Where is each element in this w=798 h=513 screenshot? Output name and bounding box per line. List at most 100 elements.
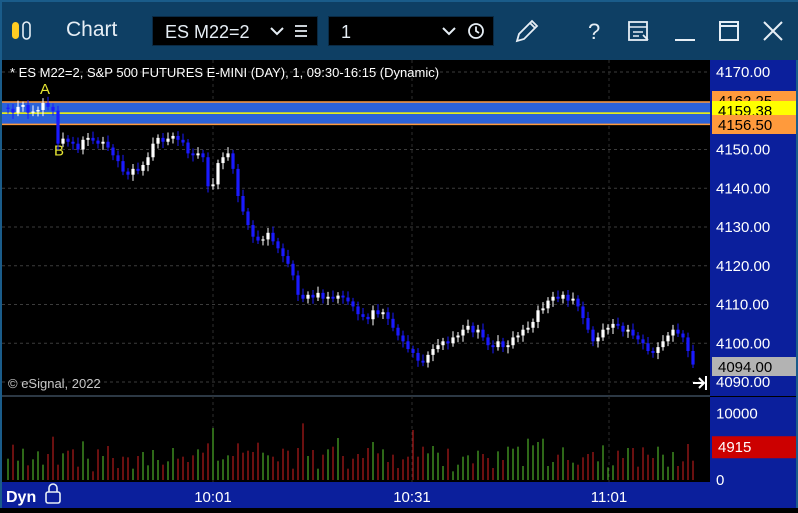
candle-body: [251, 225, 255, 237]
minimize-icon[interactable]: [670, 16, 700, 46]
candle-body: [636, 335, 640, 340]
candle-body: [596, 337, 600, 342]
clock-icon[interactable]: [467, 22, 485, 40]
candle-body: [111, 147, 115, 156]
candle-body: [651, 351, 655, 353]
candle-body: [571, 298, 575, 301]
menu-icon[interactable]: [293, 23, 309, 39]
volume-label: 4915: [718, 439, 751, 456]
candle-body: [666, 335, 670, 342]
candle-body: [446, 341, 450, 344]
candle-body: [461, 329, 465, 336]
candle-body: [516, 335, 520, 338]
candle-body: [196, 153, 200, 156]
symbol-selector[interactable]: ES M22=2: [152, 16, 318, 46]
candle-body: [296, 275, 300, 295]
time-tick-label: 10:01: [194, 489, 232, 506]
candle-body: [226, 153, 230, 158]
candle-body: [236, 168, 240, 196]
candle-body: [486, 337, 490, 346]
candle-body: [26, 104, 30, 113]
zone-label-a: A: [40, 81, 50, 98]
window-title: Chart: [66, 18, 118, 41]
candle-body: [556, 296, 560, 299]
candle-body: [16, 106, 20, 113]
candle-body: [606, 327, 610, 330]
candle-body: [306, 294, 310, 299]
candle-body: [631, 329, 635, 336]
candle-body: [346, 297, 350, 302]
candle-body: [261, 239, 265, 241]
candle-body: [326, 296, 330, 299]
candle-body: [421, 360, 425, 363]
candle-body: [496, 341, 500, 348]
time-tick-label: 11:01: [591, 489, 627, 506]
candle-body: [441, 341, 445, 346]
candle-body: [51, 106, 55, 111]
chart-area[interactable]: AB 4170.004160.004150.004140.004130.0041…: [2, 60, 798, 510]
candle-body: [101, 141, 105, 144]
candle-body: [56, 110, 60, 144]
time-tick-label: 10:31: [393, 489, 431, 506]
candle-body: [551, 296, 555, 301]
candle-body: [336, 295, 340, 299]
candle-body: [291, 263, 295, 276]
candle-body: [686, 337, 690, 351]
candle-body: [481, 329, 485, 338]
candle-body: [611, 323, 615, 328]
chart-title: * ES M22=2, S&P 500 FUTURES E-MINI (DAY)…: [10, 65, 439, 80]
candle-body: [171, 135, 175, 139]
close-icon[interactable]: [758, 16, 788, 46]
candle-body: [301, 294, 305, 299]
candle-body: [136, 168, 140, 171]
candle-body: [186, 142, 190, 154]
candle-body: [591, 329, 595, 342]
candle-body: [266, 232, 270, 240]
candle-body: [281, 248, 285, 257]
candle-body: [66, 138, 70, 142]
candle-body: [641, 339, 645, 344]
candle-body: [501, 341, 505, 348]
candle-body: [146, 157, 150, 165]
svg-text:?: ?: [588, 19, 600, 44]
candle-body: [436, 345, 440, 350]
price-tick-label: 4150.00: [716, 142, 770, 159]
candle-body: [456, 335, 460, 338]
candle-body: [91, 137, 95, 141]
candle-body: [671, 329, 675, 336]
candle-body: [586, 318, 590, 330]
candle-body: [391, 318, 395, 328]
candle-body: [416, 352, 420, 361]
pencil-icon[interactable]: [512, 16, 542, 46]
candle-body: [41, 103, 45, 110]
candle-body: [71, 141, 75, 144]
candle-body: [316, 292, 320, 298]
copyright-text: © eSignal, 2022: [8, 376, 101, 391]
interval-selector[interactable]: 1: [328, 16, 494, 46]
candle-body: [406, 341, 410, 350]
chevron-down-icon[interactable]: [441, 23, 457, 39]
toggle-icon[interactable]: [10, 19, 32, 41]
candle-body: [166, 138, 170, 142]
template-icon[interactable]: [624, 16, 654, 46]
candle-body: [256, 236, 260, 241]
candle-body: [361, 314, 365, 317]
candle-body: [381, 312, 385, 315]
candle-body: [181, 139, 185, 143]
candle-body: [106, 141, 110, 148]
price-chart[interactable]: AB 4170.004160.004150.004140.004130.0041…: [2, 60, 796, 508]
candle-body: [76, 143, 80, 150]
help-icon[interactable]: ?: [580, 16, 610, 46]
volume-tick-label: 0: [716, 472, 724, 489]
chevron-down-icon[interactable]: [269, 23, 285, 39]
candle-body: [211, 184, 215, 187]
candle-body: [36, 109, 40, 112]
price-tick-label: 4110.00: [716, 297, 769, 314]
candle-body: [96, 140, 100, 144]
candle-body: [451, 337, 455, 344]
candle-body: [206, 157, 210, 187]
candle-body: [396, 327, 400, 336]
candle-body: [31, 111, 35, 113]
maximize-icon[interactable]: [714, 16, 744, 46]
candle-body: [676, 329, 680, 334]
